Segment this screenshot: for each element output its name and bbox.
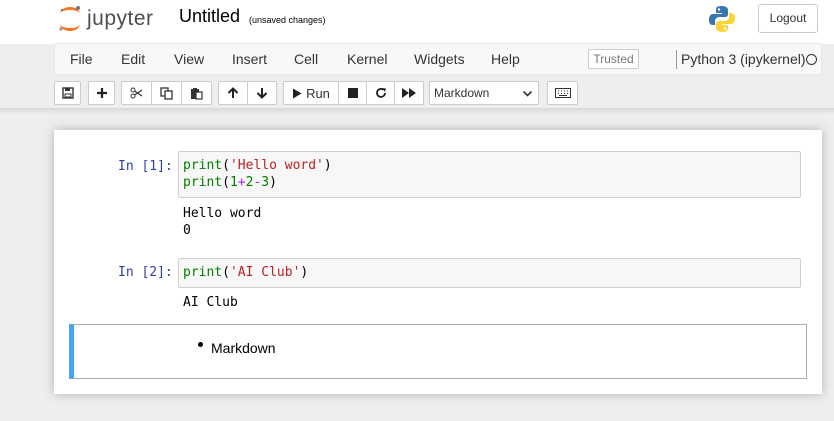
cell-type-value: Markdown: [434, 86, 490, 100]
cell-type-select[interactable]: Markdown: [429, 81, 539, 105]
code-token: +: [237, 175, 246, 190]
menu-insert[interactable]: Insert: [232, 51, 267, 67]
bullet-marker: [198, 342, 203, 347]
code-token: print: [183, 158, 223, 173]
toolbar: Run Markdown: [0, 78, 834, 108]
cell-output: Hello word 0: [183, 206, 262, 238]
plus-icon: [96, 88, 107, 98]
markdown-text: Markdown: [211, 340, 276, 356]
code-token: ): [300, 265, 309, 280]
menubar: File Edit View Insert Cell Kernel Widget…: [54, 43, 822, 75]
logo-text: jupyter: [87, 7, 154, 30]
code-token: 1: [229, 175, 238, 190]
restart-run-all-button[interactable]: [395, 81, 424, 105]
notebook-name[interactable]: Untitled: [179, 6, 240, 27]
menu-cell[interactable]: Cell: [294, 51, 318, 67]
code-token: 'AI Club': [229, 265, 301, 280]
markdown-cell[interactable]: Markdown: [69, 324, 807, 379]
logout-button[interactable]: Logout: [758, 4, 818, 33]
interrupt-button[interactable]: [339, 81, 367, 105]
menu-widgets[interactable]: Widgets: [414, 51, 465, 67]
code-token: (: [222, 158, 230, 173]
code-token: (: [222, 175, 230, 190]
play-icon: [293, 88, 302, 98]
run-button[interactable]: Run: [283, 81, 339, 105]
trusted-indicator[interactable]: Trusted: [588, 49, 639, 69]
toolbar-shadow: [0, 108, 834, 114]
move-down-button[interactable]: [248, 81, 277, 105]
copy-button[interactable]: [152, 81, 182, 105]
save-icon: [61, 87, 74, 99]
code-token: (: [222, 265, 230, 280]
menu-file[interactable]: File: [70, 51, 93, 67]
code-token: print: [183, 175, 223, 190]
python-logo-icon: [707, 4, 737, 39]
keyboard-icon: [554, 88, 571, 98]
kernel-idle-icon: [806, 54, 817, 65]
arrow-down-icon: [256, 88, 268, 99]
save-button[interactable]: [54, 81, 81, 105]
restart-icon: [375, 88, 386, 98]
menu-view[interactable]: View: [174, 51, 204, 67]
paste-icon: [191, 87, 203, 100]
header: jupyter Untitled (unsaved changes) Logou…: [0, 0, 834, 44]
code-token: 'Hello word': [229, 158, 324, 173]
code-line: print('Hello word'): [183, 157, 796, 174]
paste-button[interactable]: [182, 81, 212, 105]
menu-edit[interactable]: Edit: [121, 51, 145, 67]
cut-button[interactable]: [121, 81, 152, 105]
save-status: (unsaved changes): [249, 15, 326, 25]
kernel-divider: [676, 50, 677, 69]
copy-icon: [160, 86, 173, 100]
cell-output: AI Club: [183, 295, 238, 310]
jupyter-logo-icon: [59, 6, 80, 31]
insert-cell-button[interactable]: [88, 81, 115, 105]
code-token: 3: [261, 175, 270, 190]
menu-kernel[interactable]: Kernel: [347, 51, 387, 67]
run-label: Run: [306, 85, 330, 101]
fast-forward-icon: [402, 88, 416, 98]
code-token: print: [183, 265, 223, 280]
kernel-name: Python 3 (ipykernel): [681, 51, 806, 67]
arrow-up-icon: [227, 87, 239, 98]
move-up-button[interactable]: [218, 81, 248, 105]
code-token: ): [269, 175, 277, 190]
code-token: ): [323, 158, 332, 173]
chevron-down-icon: [522, 90, 533, 97]
input-prompt: In [1]:: [118, 159, 173, 174]
command-palette-button[interactable]: [547, 81, 578, 105]
code-input[interactable]: print('Hello word') print(1+2-3): [178, 151, 801, 198]
code-input[interactable]: print('AI Club'): [178, 258, 801, 288]
cut-icon: [130, 87, 143, 99]
notebook-container: In [1]: print('Hello word') print(1+2-3)…: [54, 130, 822, 394]
code-line: print('AI Club'): [183, 264, 796, 281]
stop-icon: [347, 88, 358, 98]
code-line: print(1+2-3): [183, 174, 796, 191]
jupyter-logo[interactable]: jupyter: [57, 4, 167, 36]
restart-button[interactable]: [367, 81, 395, 105]
input-prompt: In [2]:: [118, 265, 173, 280]
menu-help[interactable]: Help: [491, 51, 520, 67]
